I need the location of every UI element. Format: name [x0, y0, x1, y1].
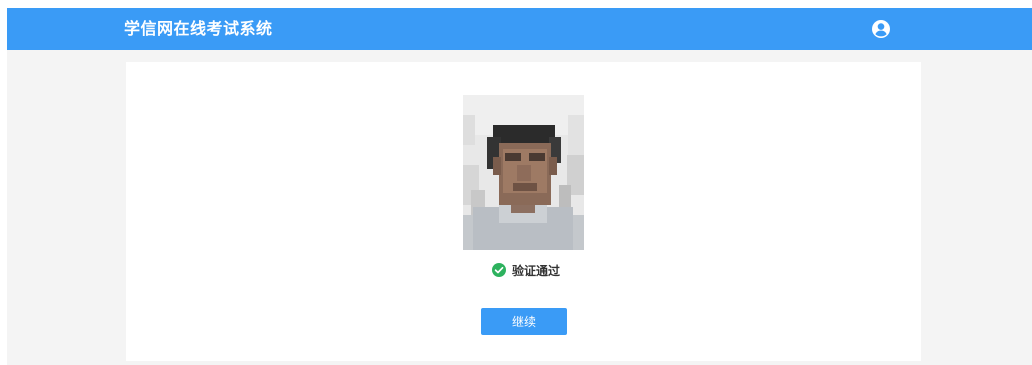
continue-button[interactable]: 继续	[481, 308, 567, 335]
user-circle-icon	[872, 20, 890, 38]
verification-card: 验证通过 继续	[126, 62, 921, 361]
user-account-button[interactable]	[871, 19, 891, 39]
top-nav-bar: 学信网在线考试系统	[7, 8, 1032, 50]
face-photo-image	[463, 95, 584, 250]
verification-status: 验证通过	[492, 260, 560, 280]
check-circle-icon	[492, 263, 506, 277]
app-title: 学信网在线考试系统	[124, 19, 273, 38]
verification-status-text: 验证通过	[512, 263, 561, 278]
app-frame: 学信网在线考试系统 验证通过 继续	[7, 8, 1032, 365]
captured-face-photo	[463, 95, 584, 250]
